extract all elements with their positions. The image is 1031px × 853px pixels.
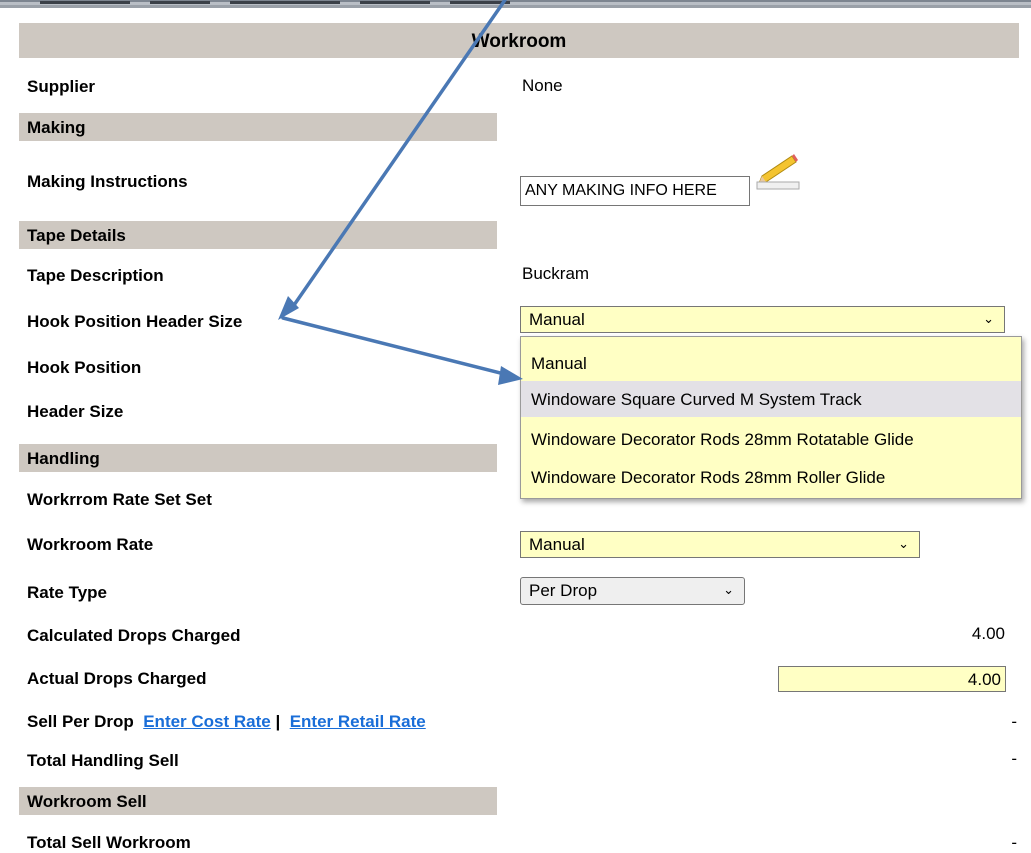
rate-type-label: Rate Type — [27, 583, 107, 602]
section-making: Making — [19, 113, 497, 141]
window-top-strip — [0, 0, 1031, 8]
workroom-rate-set-label: Workrrom Rate Set Set — [27, 490, 212, 509]
total-sell-workroom-value: - — [1011, 833, 1017, 852]
link-separator: | — [275, 712, 281, 731]
section-handling: Handling — [19, 444, 497, 472]
total-handling-sell-value: - — [1011, 749, 1017, 768]
page-title: Workroom — [471, 31, 567, 52]
enter-cost-rate-link[interactable]: Enter Cost Rate — [143, 712, 271, 731]
section-tape-details: Tape Details — [19, 221, 497, 249]
supplier-label: Supplier — [27, 77, 96, 96]
workroom-rate-selected: Manual — [529, 535, 585, 554]
section-tape-details-label: Tape Details — [27, 226, 126, 245]
arrow-line-right — [281, 316, 514, 378]
hook-position-header-size-dropdown[interactable]: Manual Windoware Square Curved M System … — [520, 336, 1022, 499]
section-workroom-sell: Workroom Sell — [19, 787, 497, 815]
dropdown-option-highlighted[interactable]: Windoware Square Curved M System Track — [521, 381, 1021, 417]
rate-type-select[interactable]: Per Drop ⌄ — [520, 577, 745, 605]
tape-description-label: Tape Description — [27, 266, 164, 285]
workroom-rate-select[interactable]: Manual ⌄ — [520, 531, 920, 558]
enter-retail-rate-link[interactable]: Enter Retail Rate — [290, 712, 426, 731]
section-workroom-sell-label: Workroom Sell — [27, 792, 147, 811]
tape-description-value: Buckram — [522, 264, 590, 283]
workroom-rate-label: Workroom Rate — [27, 535, 154, 554]
sell-per-drop-label: Sell Per Drop — [27, 712, 134, 731]
making-instructions-label: Making Instructions — [27, 172, 188, 191]
calculated-drops-label: Calculated Drops Charged — [27, 626, 241, 645]
calculated-drops-value: 4.00 — [971, 624, 1005, 643]
total-handling-sell-label: Total Handling Sell — [27, 751, 179, 770]
chevron-down-icon: ⌄ — [983, 311, 994, 326]
arrow-head-top — [278, 296, 299, 320]
dropdown-option[interactable]: Windoware Decorator Rods 28mm Rotatable … — [521, 421, 1021, 457]
rate-type-selected: Per Drop — [529, 581, 598, 600]
total-sell-workroom-label: Total Sell Workroom — [27, 833, 191, 852]
hook-position-header-size-selected: Manual — [529, 310, 585, 329]
hook-position-header-size-select[interactable]: Manual ⌄ — [520, 306, 1005, 333]
hook-position-header-size-label: Hook Position Header Size — [27, 312, 243, 331]
pencil-icon[interactable] — [756, 152, 800, 190]
actual-drops-label: Actual Drops Charged — [27, 669, 207, 688]
section-making-label: Making — [27, 118, 86, 137]
header-size-label: Header Size — [27, 402, 124, 421]
making-instructions-input[interactable]: ANY MAKING INFO HERE — [520, 176, 750, 206]
dropdown-option[interactable]: Manual — [521, 345, 1021, 381]
dropdown-option[interactable]: Windoware Decorator Rods 28mm Roller Gli… — [521, 459, 1021, 495]
sell-per-drop-value: - — [1011, 712, 1017, 731]
chevron-down-icon: ⌄ — [898, 536, 909, 551]
supplier-value: None — [522, 76, 563, 95]
chevron-down-icon: ⌄ — [723, 582, 734, 597]
hook-position-label: Hook Position — [27, 358, 142, 377]
sell-per-drop-row: Sell Per Drop Enter Cost Rate | Enter Re… — [27, 712, 426, 732]
actual-drops-input[interactable]: 4.00 — [778, 666, 1006, 692]
section-handling-label: Handling — [27, 449, 100, 468]
workroom-header: Workroom — [19, 23, 1019, 58]
